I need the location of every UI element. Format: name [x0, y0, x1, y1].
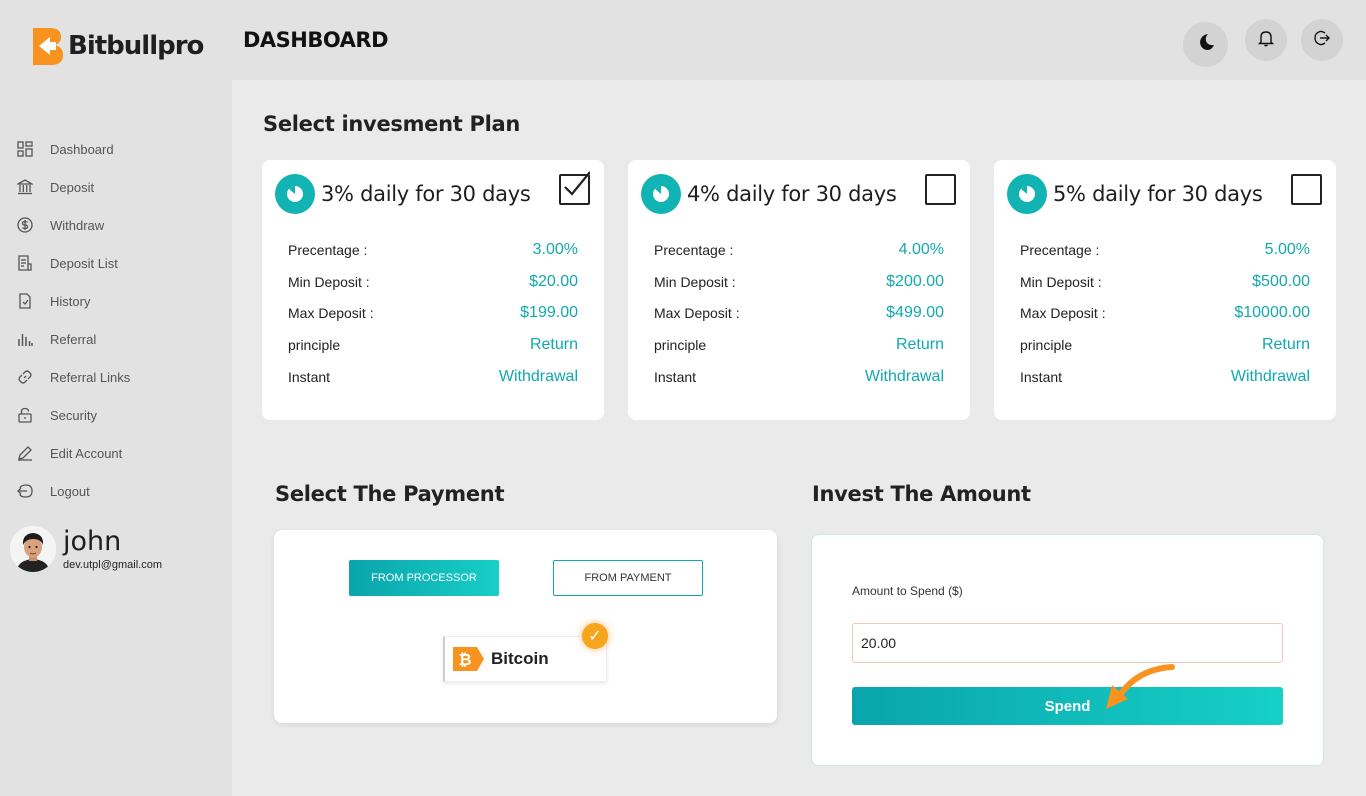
logout-icon	[16, 482, 34, 500]
bar-chart-icon	[16, 330, 34, 348]
plan-row-max-deposit: Max Deposit : $199.00	[288, 304, 578, 322]
check-badge-icon: ✓	[582, 623, 608, 649]
sidebar-item-referral-links[interactable]: Referral Links	[16, 358, 130, 396]
dollar-circle-icon	[16, 216, 34, 234]
payment-card: FROM PROCESSOR FROM PAYMENT ₿ Bitcoin ✓	[274, 530, 777, 723]
plan-row-min-deposit: Min Deposit : $200.00	[654, 272, 944, 290]
dashboard-icon	[16, 140, 34, 158]
exit-icon	[1313, 29, 1331, 52]
plan-row-instant: Instant Withdrawal	[654, 367, 944, 385]
plan-row-max-deposit: Max Deposit : $499.00	[654, 304, 944, 322]
plan-row-max-deposit: Max Deposit : $10000.00	[1020, 304, 1310, 322]
sidebar-item-label: Edit Account	[50, 445, 123, 461]
plan-row-instant: Instant Withdrawal	[1020, 367, 1310, 385]
bell-icon	[1257, 29, 1275, 52]
plan-row-min-deposit: Min Deposit : $20.00	[288, 272, 578, 290]
file-icon	[16, 292, 34, 310]
plan-title: 5% daily for 30 days	[1053, 182, 1263, 206]
plan-card[interactable]: 5% daily for 30 days Precentage :5.00% M…	[994, 160, 1336, 420]
from-payment-tab[interactable]: FROM PAYMENT	[553, 560, 703, 596]
sidebar-item-label: Dashboard	[50, 141, 114, 157]
sidebar-item-label: Withdraw	[50, 217, 105, 233]
notifications-button[interactable]	[1245, 19, 1287, 61]
plan-checkbox[interactable]	[1291, 174, 1322, 205]
list-icon	[16, 254, 34, 272]
amount-label: Amount to Spend ($)	[852, 584, 963, 598]
payment-section-title: Select The Payment	[275, 482, 505, 506]
plan-row-instant: Instant Withdrawal	[288, 367, 578, 385]
user-name: john	[63, 526, 122, 557]
bitcoin-label: Bitcoin	[491, 649, 549, 668]
plan-row-principle: principle Return	[654, 335, 944, 353]
sidebar-item-label: Referral	[50, 331, 97, 347]
theme-toggle-button[interactable]	[1183, 22, 1228, 67]
logout-button[interactable]	[1301, 19, 1343, 61]
sidebar-item-label: Deposit List	[50, 255, 118, 271]
sidebar-item-deposit[interactable]: Deposit	[16, 168, 130, 206]
top-header: DASHBOARD	[232, 0, 1366, 80]
plan-card[interactable]: 3% daily for 30 days Precentage :3.00% M…	[262, 160, 604, 420]
amount-input[interactable]	[852, 623, 1283, 663]
lock-icon	[16, 406, 34, 424]
bitcoin-icon: ₿	[453, 647, 485, 671]
plan-row-percentage: Precentage :3.00%	[288, 240, 578, 258]
sidebar-item-withdraw[interactable]: Withdraw	[16, 206, 130, 244]
pie-chart-icon	[1007, 174, 1047, 214]
invest-card: Amount to Spend ($) Spend	[811, 534, 1324, 766]
user-profile[interactable]: john dev.utpl@gmail.com	[10, 526, 162, 572]
plan-checkbox[interactable]	[925, 174, 956, 205]
sidebar-item-logout[interactable]: Logout	[16, 472, 130, 510]
svg-text:₿: ₿	[458, 650, 471, 669]
plan-row-principle: principle Return	[1020, 335, 1310, 353]
pie-chart-icon	[641, 174, 681, 214]
bitcoin-option[interactable]: ₿ Bitcoin ✓	[443, 623, 608, 682]
plan-checkbox[interactable]	[559, 171, 590, 205]
sidebar-item-history[interactable]: History	[16, 282, 130, 320]
sidebar: Bitbullpro Dashboard Deposit Withdraw De…	[0, 0, 232, 796]
plan-row-principle: principle Return	[288, 335, 578, 353]
sidebar-nav: Dashboard Deposit Withdraw Deposit List …	[16, 130, 130, 510]
from-processor-tab[interactable]: FROM PROCESSOR	[349, 560, 499, 596]
sidebar-item-label: History	[50, 293, 91, 309]
pointer-arrow-icon	[1098, 663, 1178, 718]
spend-button[interactable]: Spend	[852, 687, 1283, 725]
plan-row-percentage: Precentage :5.00%	[1020, 240, 1310, 258]
sidebar-item-deposit-list[interactable]: Deposit List	[16, 244, 130, 282]
plan-card[interactable]: 4% daily for 30 days Precentage :4.00% M…	[628, 160, 970, 420]
sidebar-item-label: Deposit	[50, 179, 95, 195]
sidebar-item-label: Logout	[50, 483, 90, 499]
pie-chart-icon	[275, 174, 315, 214]
bitbull-logo-icon	[30, 25, 64, 67]
pen-icon	[16, 444, 34, 462]
brand-name: Bitbullpro	[68, 31, 204, 61]
invest-section-title: Invest The Amount	[812, 482, 1031, 506]
avatar	[10, 526, 56, 572]
link-icon	[16, 368, 34, 386]
plan-row-min-deposit: Min Deposit : $500.00	[1020, 272, 1310, 290]
plan-title: 3% daily for 30 days	[321, 182, 531, 206]
sidebar-item-dashboard[interactable]: Dashboard	[16, 130, 130, 168]
sidebar-item-security[interactable]: Security	[16, 396, 130, 434]
sidebar-item-referral[interactable]: Referral	[16, 320, 130, 358]
brand-logo[interactable]: Bitbullpro	[30, 25, 204, 67]
sidebar-item-label: Security	[50, 407, 97, 423]
plan-row-percentage: Precentage :4.00%	[654, 240, 944, 258]
moon-icon	[1196, 32, 1216, 57]
user-email: dev.utpl@gmail.com	[63, 559, 162, 571]
sidebar-item-edit-account[interactable]: Edit Account	[16, 434, 130, 472]
bank-icon	[16, 178, 34, 196]
page-title: DASHBOARD	[243, 28, 389, 52]
sidebar-item-label: Referral Links	[50, 369, 131, 385]
plans-section-title: Select invesment Plan	[263, 112, 521, 136]
plan-title: 4% daily for 30 days	[687, 182, 897, 206]
